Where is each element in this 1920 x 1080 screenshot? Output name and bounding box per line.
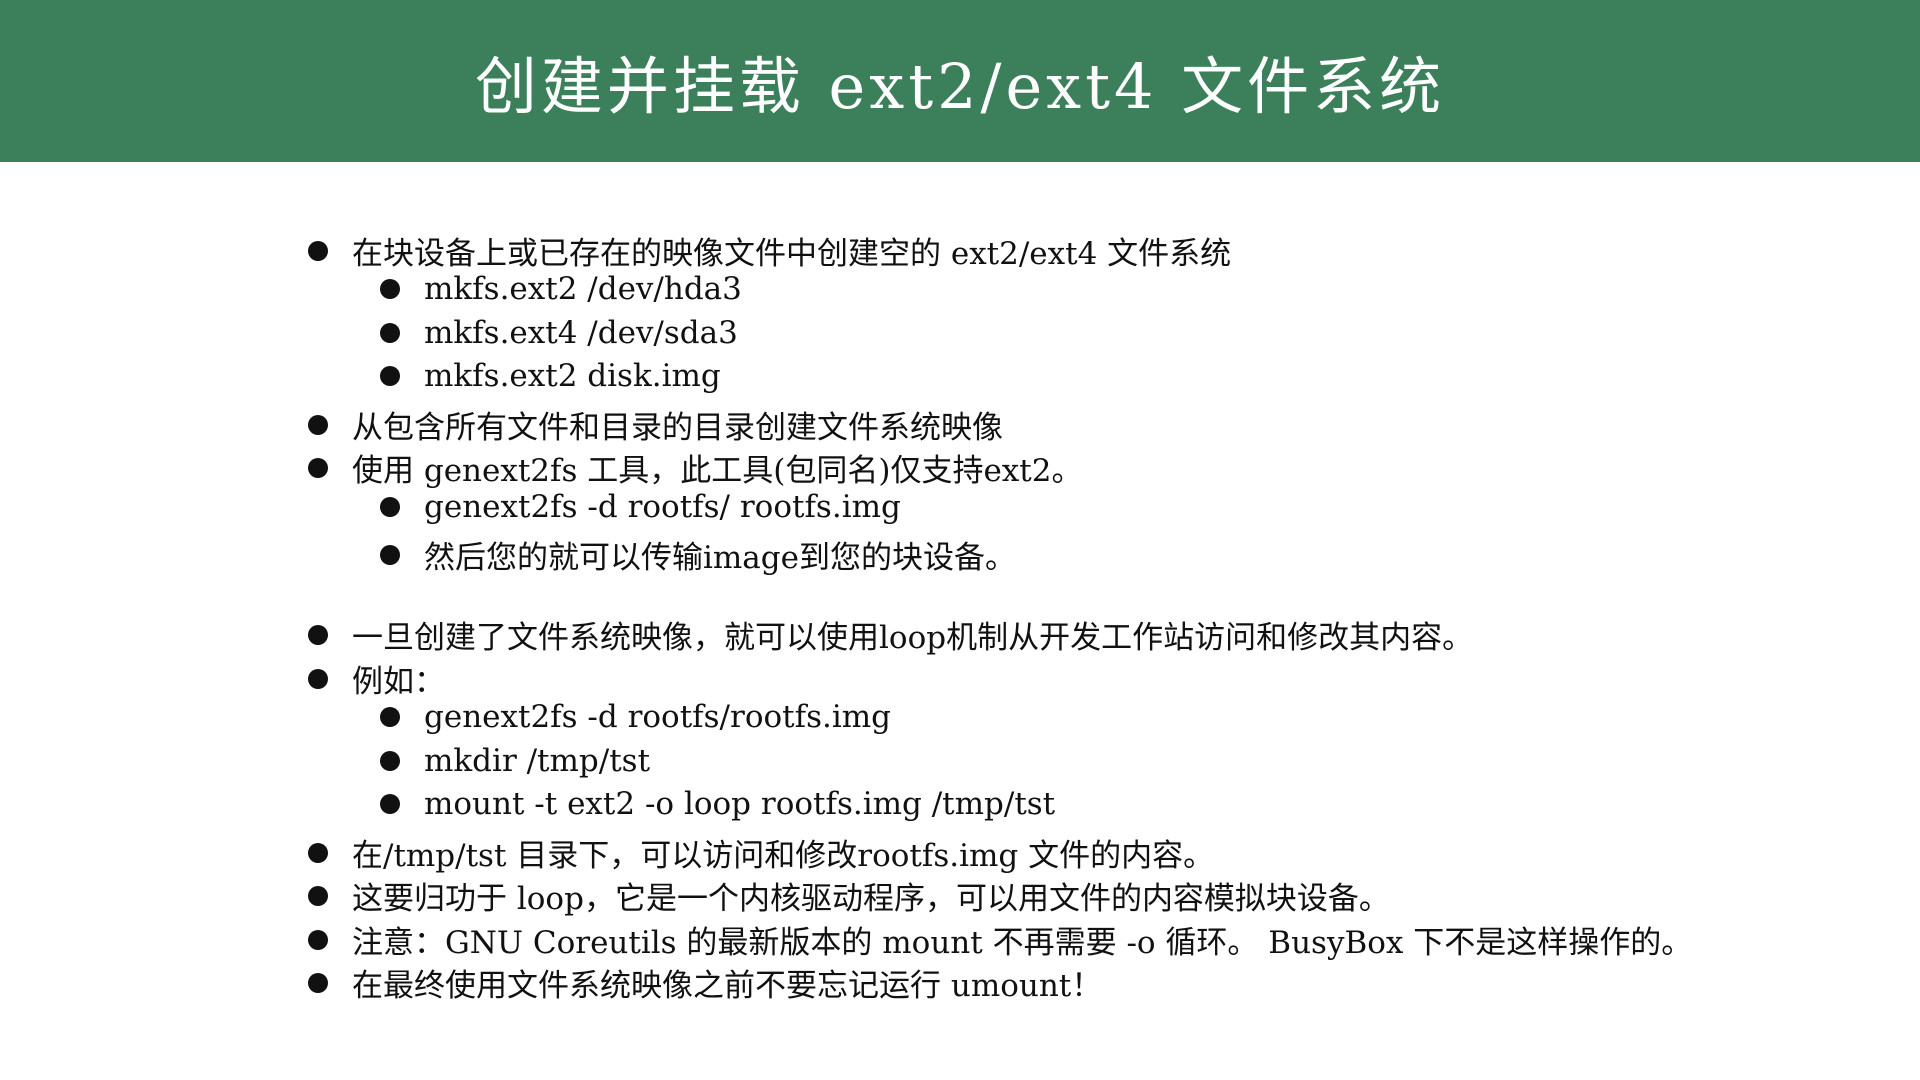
bullet-icon bbox=[380, 366, 400, 386]
bullet-icon bbox=[308, 624, 328, 645]
bullet-icon bbox=[308, 885, 328, 906]
bullet-icon bbox=[380, 279, 400, 299]
list-item: mkfs.ext2 /dev/hda3 bbox=[380, 271, 742, 307]
bullet-icon bbox=[380, 497, 400, 517]
list-item-text: 从包含所有文件和目录的目录创建文件系统映像 bbox=[352, 410, 1003, 446]
list-item-text: 使用 genext2fs 工具，此工具(包同名)仅支持ext2。 bbox=[352, 453, 1083, 489]
bullet-icon bbox=[380, 544, 400, 565]
list-item: 在块设备上或已存在的映像文件中创建空的 ext2/ext4 文件系统 bbox=[308, 228, 1231, 273]
slide-title: 创建并挂载 ext2/ext4 文件系统 bbox=[474, 50, 1446, 123]
list-item: 使用 genext2fs 工具，此工具(包同名)仅支持ext2。 bbox=[308, 445, 1082, 490]
list-item-text: 一旦创建了文件系统映像，就可以使用loop机制从开发工作站访问和修改其内容。 bbox=[352, 620, 1474, 656]
bullet-icon bbox=[308, 929, 328, 950]
list-item-text: 在/tmp/tst 目录下，可以访问和修改rootfs.img 文件的内容。 bbox=[352, 838, 1215, 874]
list-item-text: mkfs.ext4 /dev/sda3 bbox=[424, 315, 738, 351]
list-item: mkfs.ext4 /dev/sda3 bbox=[380, 315, 738, 351]
list-item: mount -t ext2 -o loop rootfs.img /tmp/ts… bbox=[380, 786, 1055, 822]
list-item: mkdir /tmp/tst bbox=[380, 743, 650, 779]
list-item-text: mkfs.ext2 disk.img bbox=[424, 358, 721, 394]
list-item: 然后您的就可以传输image到您的块设备。 bbox=[380, 532, 1016, 577]
bullet-icon bbox=[380, 751, 400, 771]
bullet-icon bbox=[308, 457, 328, 478]
bullet-icon bbox=[308, 972, 328, 993]
list-item-text: genext2fs -d rootfs/rootfs.img bbox=[424, 699, 891, 735]
title-bar: 创建并挂载 ext2/ext4 文件系统 bbox=[0, 0, 1920, 162]
list-item-text: 这要归功于 loop，它是一个内核驱动程序，可以用文件的内容模拟块设备。 bbox=[352, 881, 1390, 917]
list-item-text: 在最终使用文件系统映像之前不要忘记运行 umount！ bbox=[352, 968, 1103, 1004]
list-item: 注意：GNU Coreutils 的最新版本的 mount 不再需要 -o 循环… bbox=[308, 917, 1692, 962]
bullet-icon bbox=[308, 414, 328, 435]
bullet-icon bbox=[380, 707, 400, 727]
list-item: mkfs.ext2 disk.img bbox=[380, 358, 721, 394]
bullet-icon bbox=[308, 842, 328, 863]
list-item-text: mkfs.ext2 /dev/hda3 bbox=[424, 271, 742, 307]
list-item: 一旦创建了文件系统映像，就可以使用loop机制从开发工作站访问和修改其内容。 bbox=[308, 612, 1473, 657]
list-item-text: 在块设备上或已存在的映像文件中创建空的 ext2/ext4 文件系统 bbox=[352, 236, 1232, 272]
list-item-text: genext2fs -d rootfs/ rootfs.img bbox=[424, 489, 901, 525]
bullet-icon bbox=[308, 668, 328, 689]
list-item: 从包含所有文件和目录的目录创建文件系统映像 bbox=[308, 402, 1003, 447]
list-item-text: 然后您的就可以传输image到您的块设备。 bbox=[424, 540, 1016, 576]
list-item: 在最终使用文件系统映像之前不要忘记运行 umount！ bbox=[308, 960, 1102, 1005]
list-item: 例如： bbox=[308, 656, 445, 701]
bullet-icon bbox=[308, 240, 328, 261]
list-item: genext2fs -d rootfs/rootfs.img bbox=[380, 699, 891, 735]
list-item-text: 例如： bbox=[352, 664, 445, 700]
list-item-text: mount -t ext2 -o loop rootfs.img /tmp/ts… bbox=[424, 786, 1056, 822]
list-item: genext2fs -d rootfs/ rootfs.img bbox=[380, 489, 901, 525]
slide: 创建并挂载 ext2/ext4 文件系统 在块设备上或已存在的映像文件中创建空的… bbox=[0, 0, 1920, 1080]
list-item-text: mkdir /tmp/tst bbox=[424, 743, 651, 779]
list-item: 在/tmp/tst 目录下，可以访问和修改rootfs.img 文件的内容。 bbox=[308, 830, 1214, 875]
list-item-text: 注意：GNU Coreutils 的最新版本的 mount 不再需要 -o 循环… bbox=[352, 925, 1693, 961]
list-item: 这要归功于 loop，它是一个内核驱动程序，可以用文件的内容模拟块设备。 bbox=[308, 873, 1390, 918]
bullet-icon bbox=[380, 323, 400, 343]
bullet-icon bbox=[380, 794, 400, 814]
